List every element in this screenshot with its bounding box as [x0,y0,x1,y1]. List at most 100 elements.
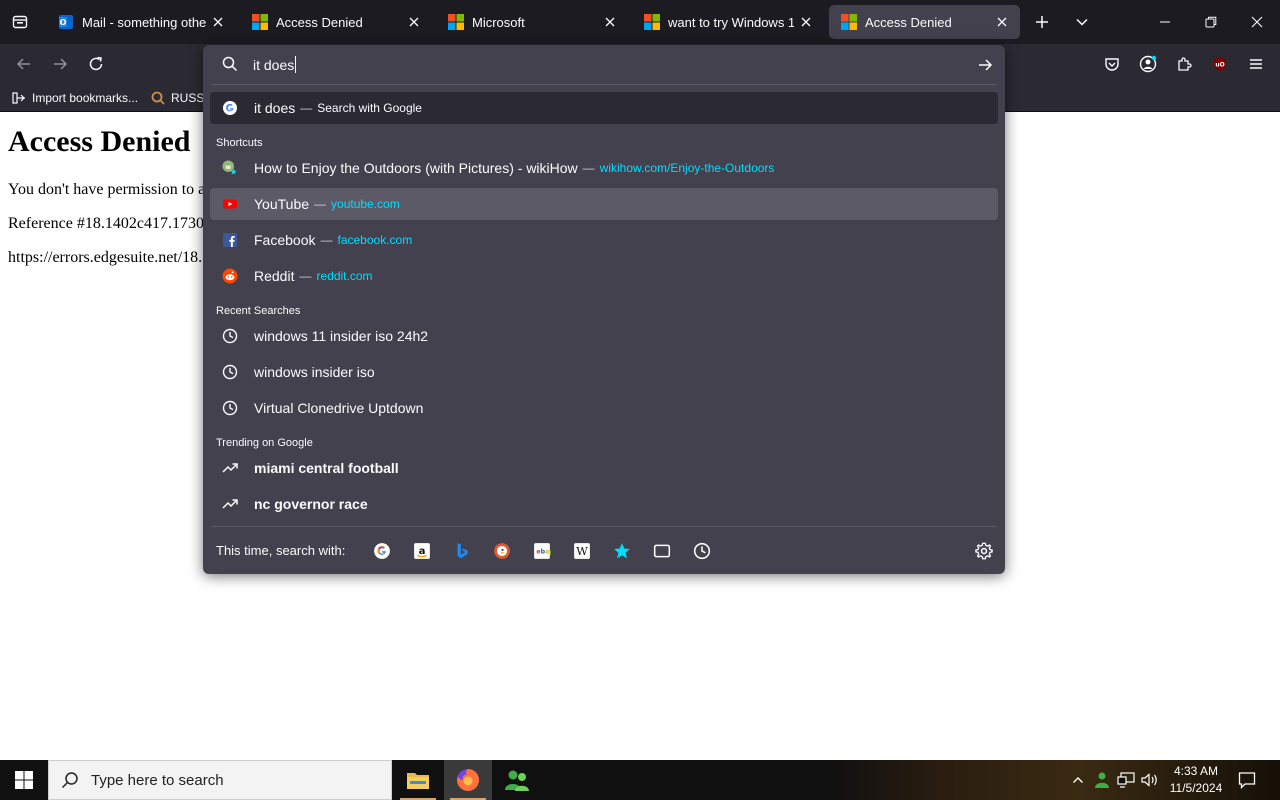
people-icon [505,770,529,791]
reload-icon [89,56,103,71]
engine-bing-button[interactable] [452,541,472,561]
trending-item[interactable]: miami central football [210,452,998,484]
close-window-button[interactable] [1234,0,1280,44]
recent-search-item[interactable]: Virtual Clonedrive Uptdown [210,392,998,424]
recent-search-item[interactable]: windows 11 insider iso 24h2 [210,320,998,352]
tab-mail[interactable]: O Mail - something other th [46,5,236,39]
network-button[interactable] [1116,770,1136,790]
urlbar-popup: it does — Search with Google Shortcuts w… [203,45,1005,574]
engine-duckduckgo-button[interactable] [492,541,512,561]
engine-ebay-button[interactable]: ebay [532,541,552,561]
one-off-label: This time, search with: [216,543,346,558]
firefox-taskbar-button[interactable] [444,760,492,800]
windows-taskbar: Type here to search 4:33 AM 11/5/2024 [0,760,1280,800]
engine-wikipedia-button[interactable]: W [572,541,592,561]
svg-text:ebay: ebay [536,548,551,555]
bookmarks-search-button[interactable] [612,541,632,561]
people-tray-icon [1095,772,1109,788]
pocket-icon [1105,58,1119,71]
volume-button[interactable] [1140,770,1160,790]
shortcuts-label: Shortcuts [216,137,263,149]
show-hidden-icons-button[interactable] [1068,770,1088,790]
search-settings-button[interactable] [974,541,994,561]
import-icon [12,92,25,104]
divider [211,84,997,85]
shortcut-wikihow[interactable]: w How to Enjoy the Outdoors (with Pictur… [210,152,998,184]
app-menu-button[interactable] [1240,48,1272,80]
search-icon [61,772,78,789]
system-clock[interactable]: 4:33 AM 11/5/2024 [1168,763,1224,797]
tab-close-button[interactable] [598,10,622,34]
trending-icon [222,496,238,512]
google-icon [222,100,238,116]
account-button[interactable] [1132,48,1164,80]
tab-windows-11[interactable]: want to try Windows 11 24 [632,5,824,39]
extensions-button[interactable] [1168,48,1200,80]
minimize-button[interactable] [1142,0,1188,44]
chat-app-button[interactable] [493,760,541,800]
list-all-tabs-button[interactable] [1066,6,1098,38]
restore-button[interactable] [1188,0,1234,44]
close-icon [605,17,615,27]
firefox-view-button[interactable] [4,6,36,38]
history-search-button[interactable] [692,541,712,561]
shortcut-reddit[interactable]: Reddit — reddit.com [210,260,998,292]
trending-item[interactable]: nc governor race [210,488,998,520]
tab-access-denied-1[interactable]: Access Denied [240,5,432,39]
separator: — [299,269,312,283]
wikihow-icon: w [222,160,238,176]
svg-text:W: W [576,545,588,558]
chevron-down-icon [1076,18,1088,26]
forward-button[interactable] [44,48,76,80]
recent-search-text: Virtual Clonedrive Uptdown [254,400,424,416]
recent-search-item[interactable]: windows insider iso [210,356,998,388]
pocket-button[interactable] [1096,48,1128,80]
ublock-origin-button[interactable]: uO [1204,48,1236,80]
history-icon [222,400,238,416]
tab-close-button[interactable] [794,10,818,34]
shortcut-youtube[interactable]: YouTube — youtube.com [210,188,998,220]
separator: — [582,161,595,175]
clock-time: 4:33 AM [1173,764,1219,778]
taskbar-search-box[interactable]: Type here to search [48,760,392,800]
go-button[interactable] [973,53,997,77]
engine-amazon-button[interactable]: a [412,541,432,561]
puzzle-icon [1178,57,1192,71]
start-button[interactable] [0,760,48,800]
tab-close-button[interactable] [402,10,426,34]
back-button[interactable] [8,48,40,80]
bookmark-import[interactable]: Import bookmarks... [12,88,146,108]
recent-search-text: windows insider iso [254,364,375,380]
recent-search-text: windows 11 insider iso 24h2 [254,328,429,344]
microsoft-icon [841,14,857,30]
tab-microsoft[interactable]: Microsoft [436,5,628,39]
search-suggestion-row[interactable]: it does — Search with Google [210,92,998,124]
tabs-search-button[interactable] [652,541,672,561]
duckduckgo-icon [494,543,510,559]
shortcut-facebook[interactable]: Facebook — facebook.com [210,224,998,256]
reload-button[interactable] [80,48,112,80]
tray-people-button[interactable] [1092,770,1112,790]
notification-icon [1238,772,1256,789]
facebook-icon [222,232,238,248]
tab-close-button[interactable] [206,10,230,34]
action-center-button[interactable] [1237,770,1257,790]
separator: — [314,197,327,211]
tab-close-button[interactable] [990,10,1014,34]
shortcut-url: youtube.com [331,197,400,211]
file-explorer-icon [407,773,429,789]
search-icon [222,56,238,72]
microsoft-icon [448,14,464,30]
search-icon [151,91,165,105]
bookmark-russia[interactable]: RUSSIA [150,88,203,108]
urlbar-input[interactable] [253,54,953,76]
tab-access-denied-active[interactable]: Access Denied [829,5,1020,39]
minimize-icon [1160,21,1170,23]
tab-strip: O Mail - something other th Access Denie… [0,0,1280,44]
close-icon [997,17,1007,27]
engine-google-button[interactable] [372,541,392,561]
file-explorer-button[interactable] [394,760,442,800]
firefox-icon [457,768,480,791]
new-tab-button[interactable] [1026,6,1058,38]
bookmark-label: Import bookmarks... [32,91,139,105]
